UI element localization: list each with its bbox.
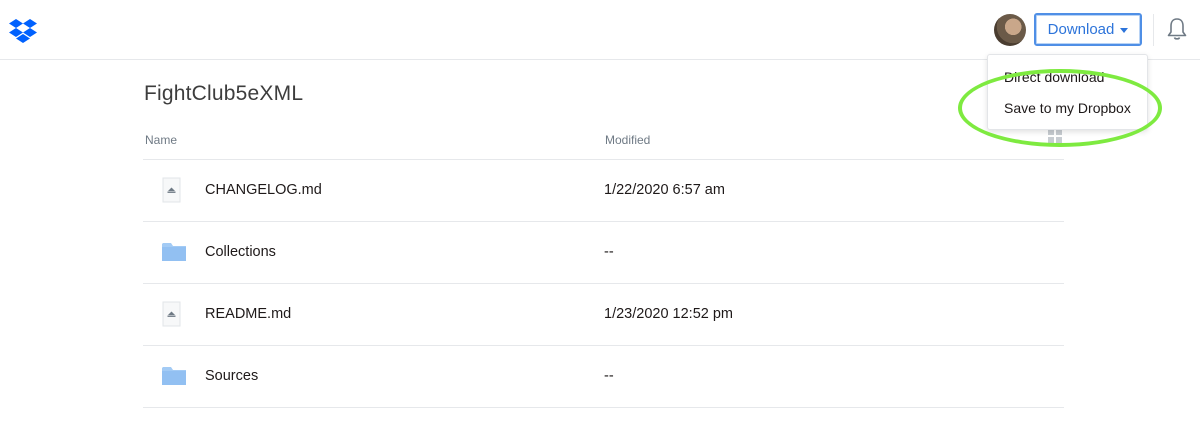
- download-button-label: Download: [1047, 21, 1115, 38]
- table-row[interactable]: CHANGELOG.md 1/22/2020 6:57 am: [143, 160, 1064, 222]
- markdown-file-icon: [162, 177, 181, 203]
- file-name[interactable]: README.md: [205, 306, 291, 322]
- table-row[interactable]: Sources --: [143, 346, 1064, 408]
- folder-icon: [162, 243, 186, 261]
- menu-item-save-to-dropbox[interactable]: Save to my Dropbox: [1004, 100, 1131, 116]
- modified-date: 1/23/2020 12:52 pm: [604, 306, 733, 322]
- page-title: FightClub5eXML: [144, 82, 304, 105]
- bell-icon[interactable]: [1166, 17, 1188, 41]
- dropbox-logo-icon[interactable]: [9, 19, 37, 43]
- column-header-modified[interactable]: Modified: [605, 133, 650, 147]
- file-name[interactable]: CHANGELOG.md: [205, 182, 322, 198]
- folder-icon: [162, 367, 186, 385]
- top-bar: Download: [0, 0, 1200, 60]
- user-avatar[interactable]: [994, 14, 1026, 46]
- menu-item-direct-download[interactable]: Direct download: [1004, 69, 1104, 85]
- modified-date: --: [604, 244, 614, 260]
- modified-date: --: [604, 368, 614, 384]
- chevron-down-icon: [1120, 27, 1129, 33]
- column-header-name[interactable]: Name: [145, 133, 177, 147]
- table-row[interactable]: Collections --: [143, 222, 1064, 284]
- grid-view-icon[interactable]: [1048, 129, 1062, 143]
- folder-name[interactable]: Collections: [205, 244, 276, 260]
- folder-name[interactable]: Sources: [205, 368, 258, 384]
- download-dropdown-menu: Direct download Save to my Dropbox: [987, 54, 1148, 130]
- download-button[interactable]: Download: [1034, 13, 1142, 46]
- header-divider: [1153, 14, 1154, 46]
- modified-date: 1/22/2020 6:57 am: [604, 182, 725, 198]
- table-row[interactable]: README.md 1/23/2020 12:52 pm: [143, 284, 1064, 346]
- markdown-file-icon: [162, 301, 181, 327]
